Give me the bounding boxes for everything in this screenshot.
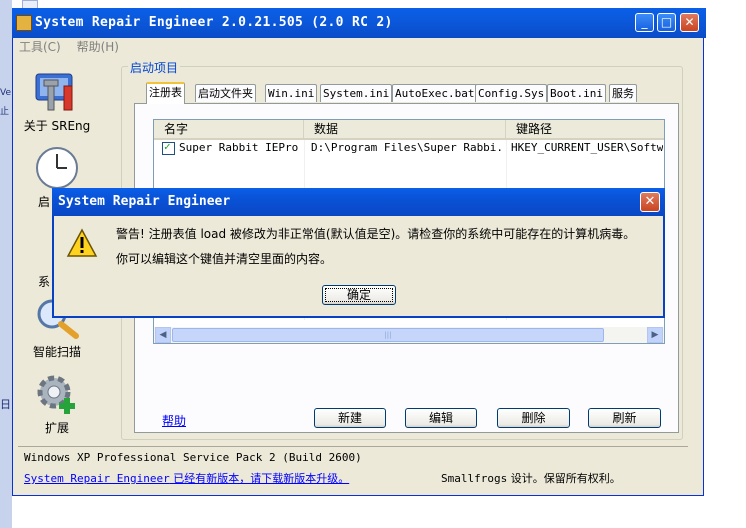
new-button[interactable]: 新建: [314, 408, 386, 428]
nav-item-about[interactable]: 关于 SREng: [18, 70, 96, 134]
cell-path: HKEY_CURRENT_USER\Softwar: [511, 141, 663, 154]
ok-button[interactable]: 确定: [322, 285, 396, 305]
maximize-button[interactable]: □: [657, 13, 676, 32]
nav-label: 关于 SREng: [23, 119, 91, 133]
menu-help[interactable]: 帮助(H): [77, 40, 119, 54]
copyright-suffix: 设计。保留所有权利。: [507, 472, 621, 485]
tools-icon: [34, 70, 80, 114]
nav-label: 智能扫描: [32, 345, 81, 359]
menu-bar: 工具(C) 帮助(H): [19, 38, 131, 56]
help-link[interactable]: 帮助: [162, 412, 186, 429]
row-checkbox[interactable]: [162, 140, 175, 155]
warning-icon: [66, 228, 98, 258]
column-path[interactable]: 键路径: [506, 120, 664, 138]
copyright-prefix: Smallfrogs: [441, 472, 508, 485]
nav-item-extend[interactable]: 扩展: [18, 372, 96, 436]
nav-label: 扩展: [44, 421, 69, 435]
update-link[interactable]: System Repair Engineer 已经有新版本，请下载新版本升级。: [24, 470, 349, 486]
menu-tools[interactable]: 工具(C): [19, 40, 61, 54]
desktop-text: 日: [0, 398, 11, 411]
title-bar[interactable]: System Repair Engineer 2.0.21.505 (2.0 R…: [12, 8, 706, 38]
copyright-text: Smallfrogs 设计。保留所有权利。: [441, 470, 621, 486]
scroll-left-button[interactable]: ◀: [155, 327, 171, 343]
cell-name: Super Rabbit IEPro: [179, 141, 299, 154]
status-divider: [18, 446, 688, 447]
dialog-title: System Repair Engineer: [58, 194, 231, 209]
group-legend: 启动项目: [128, 59, 181, 76]
horizontal-scrollbar[interactable]: ◀ ||| ▶: [154, 327, 664, 343]
close-button[interactable]: ✕: [680, 13, 699, 32]
dialog-message-line1: 警告! 注册表值 load 被修改为非正常值(默认值是空)。请检查你的系统中可能…: [116, 227, 636, 241]
tab-startup-folder[interactable]: 启动文件夹: [195, 84, 256, 102]
tab-system-ini[interactable]: System.ini: [320, 84, 393, 102]
window-title: System Repair Engineer 2.0.21.505 (2.0 R…: [35, 15, 393, 30]
refresh-button[interactable]: 刷新: [588, 408, 661, 428]
delete-button[interactable]: 删除: [497, 408, 570, 428]
edit-button[interactable]: 编辑: [405, 408, 477, 428]
update-link-text: 已经有新版本，请下载新版本升级。: [169, 472, 350, 485]
column-name[interactable]: 名字: [154, 120, 304, 138]
warning-dialog: System Repair Engineer ✕ 警告! 注册表值 load 被…: [52, 188, 665, 318]
tab-autoexec[interactable]: AutoExec.bat: [392, 84, 478, 102]
minimize-button[interactable]: _: [635, 13, 654, 32]
cell-data: D:\Program Files\Super Rabbi...: [311, 141, 505, 154]
dialog-title-bar[interactable]: System Repair Engineer ✕: [52, 188, 665, 216]
tab-win-ini[interactable]: Win.ini: [265, 84, 318, 102]
desktop-text: Ve: [0, 88, 11, 98]
os-info: Windows XP Professional Service Pack 2 (…: [24, 451, 362, 464]
dialog-close-button[interactable]: ✕: [640, 192, 660, 212]
tab-registry[interactable]: 注册表: [146, 82, 185, 104]
tab-config-sys[interactable]: Config.Sys: [475, 84, 548, 102]
scroll-right-button[interactable]: ▶: [647, 327, 663, 343]
update-link-prefix: System Repair Engineer: [24, 472, 170, 485]
app-icon: [16, 15, 32, 31]
column-data[interactable]: 数据: [304, 120, 506, 138]
scroll-thumb[interactable]: |||: [172, 328, 604, 342]
tab-services[interactable]: 服务: [609, 84, 637, 102]
desktop-strip: Ve 止 日: [0, 0, 12, 528]
dialog-message-line2: 你可以编辑这个键值并清空里面的内容。: [116, 252, 333, 266]
table-row[interactable]: Super Rabbit IEPro D:\Program Files\Supe…: [154, 140, 664, 157]
list-header: 名字 数据 键路径: [154, 120, 664, 140]
desktop-text: 止: [0, 107, 10, 117]
gear-plus-icon: [34, 372, 80, 416]
clock-icon: [34, 146, 80, 190]
tab-boot-ini[interactable]: Boot.ini: [547, 84, 606, 102]
desktop-background: [706, 0, 746, 528]
